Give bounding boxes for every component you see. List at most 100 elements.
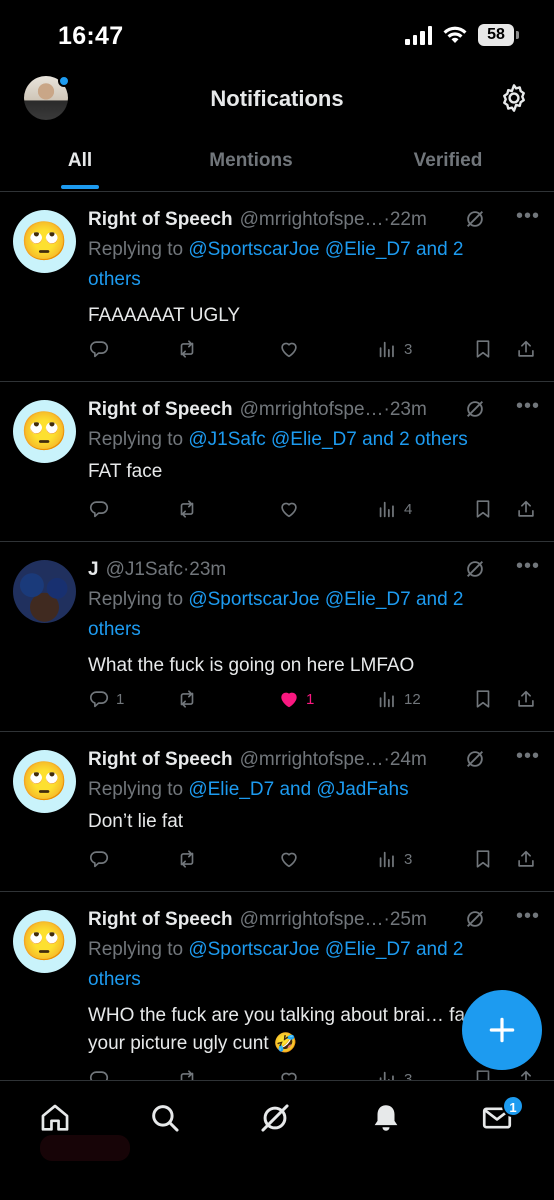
like-button[interactable] — [278, 498, 306, 520]
share-button[interactable] — [515, 688, 537, 710]
repost-button[interactable] — [176, 688, 198, 710]
notifications-feed: 🙄 Right of Speech @mrrightofspe… ·22m ••… — [0, 192, 554, 1080]
list-item[interactable]: 🙄 Right of Speech @mrrightofspe… ·23m ••… — [0, 382, 554, 542]
reply-icon — [89, 1071, 108, 1080]
repost-button[interactable] — [176, 1068, 198, 1080]
views-count: 3 — [404, 1070, 413, 1081]
views-button[interactable]: 3 — [376, 848, 412, 870]
reply-button[interactable] — [88, 848, 116, 870]
views-count: 4 — [404, 500, 413, 518]
author-name[interactable]: Right of Speech — [88, 749, 233, 771]
views-button[interactable]: 3 — [376, 338, 412, 360]
list-item[interactable]: 🙄 Right of Speech @mrrightofspe… ·24m ••… — [0, 732, 554, 892]
wifi-icon — [443, 26, 467, 43]
repost-button[interactable] — [176, 338, 198, 360]
avatar[interactable]: 🙄 — [13, 210, 76, 273]
bookmark-icon — [476, 690, 490, 708]
more-icon[interactable]: ••• — [512, 396, 540, 416]
share-button[interactable] — [515, 338, 537, 360]
tab-mentions[interactable]: Mentions — [160, 140, 342, 191]
bookmark-button[interactable] — [472, 688, 494, 710]
share-icon — [521, 1070, 531, 1080]
share-button[interactable] — [515, 498, 537, 520]
views-button[interactable]: 4 — [376, 498, 412, 520]
status-time: 16:47 — [58, 22, 124, 50]
views-count: 3 — [404, 850, 413, 868]
bookmark-button[interactable] — [472, 338, 494, 360]
grok-icon[interactable] — [464, 908, 486, 930]
bookmark-icon — [476, 850, 490, 868]
nav-notifications[interactable] — [369, 1101, 405, 1137]
grok-icon[interactable] — [464, 558, 486, 580]
messages-badge: 1 — [502, 1095, 524, 1117]
views-button[interactable]: 3 — [376, 1068, 412, 1080]
list-item[interactable]: 🙄 Right of Speech @mrrightofspe… ·22m ••… — [0, 192, 554, 382]
bookmark-button[interactable] — [472, 498, 494, 520]
nav-messages[interactable]: 1 — [480, 1095, 524, 1137]
post-time: ·24m — [383, 749, 427, 770]
repost-icon — [180, 1070, 194, 1080]
more-icon[interactable]: ••• — [512, 746, 540, 766]
views-icon — [379, 501, 394, 518]
reply-button[interactable]: 1 — [88, 688, 124, 710]
author-name[interactable]: Right of Speech — [88, 209, 233, 231]
author-name[interactable]: Right of Speech — [88, 909, 233, 931]
reply-button[interactable] — [88, 1068, 116, 1080]
more-icon[interactable]: ••• — [512, 556, 540, 576]
bookmark-button[interactable] — [472, 1068, 494, 1080]
reply-button[interactable] — [88, 338, 116, 360]
reply-button[interactable] — [88, 498, 116, 520]
like-button[interactable] — [278, 1068, 306, 1080]
tab-all[interactable]: All — [0, 140, 160, 191]
author-handle: @mrrightofspe… — [239, 399, 384, 420]
repost-button[interactable] — [176, 498, 198, 520]
more-icon[interactable]: ••• — [512, 206, 540, 226]
post-text: Don’t lie fat — [88, 811, 184, 832]
avatar[interactable]: 🙄 — [13, 750, 76, 813]
author-handle: @mrrightofspe… — [239, 749, 384, 770]
tab-verified[interactable]: Verified — [342, 140, 554, 191]
like-button[interactable] — [278, 338, 306, 360]
list-item[interactable]: J @J1Safc ·23m ••• Replying to @Sportsca… — [0, 542, 554, 732]
tab-bar: All Mentions Verified — [0, 140, 554, 192]
author-name[interactable]: J — [88, 559, 99, 581]
like-button[interactable]: 1 — [278, 688, 314, 710]
bottom-nav: 1 — [0, 1080, 554, 1200]
author-handle: @J1Safc — [105, 559, 183, 580]
reply-icon — [89, 851, 108, 868]
repost-icon — [180, 690, 194, 708]
post-text: FAT face — [88, 461, 163, 482]
views-button[interactable]: 12 — [376, 688, 421, 710]
battery-indicator: 58 — [478, 24, 519, 46]
grok-icon[interactable] — [464, 398, 486, 420]
gear-icon[interactable] — [498, 82, 530, 114]
more-icon[interactable]: ••• — [512, 906, 540, 926]
like-count: 1 — [306, 690, 315, 708]
background-blur — [40, 1135, 130, 1161]
avatar[interactable]: 🙄 — [13, 400, 76, 463]
bookmark-button[interactable] — [472, 848, 494, 870]
author-name[interactable]: Right of Speech — [88, 399, 233, 421]
nav-search[interactable] — [148, 1101, 184, 1137]
grok-icon[interactable] — [464, 748, 486, 770]
replying-to: Replying to @J1Safc @Elie_D7 and 2 other… — [88, 429, 468, 450]
like-button[interactable] — [278, 848, 306, 870]
avatar[interactable]: 🙄 — [13, 910, 76, 973]
compose-button[interactable] — [462, 990, 542, 1070]
search-icon — [152, 1105, 179, 1132]
share-button[interactable] — [515, 1068, 537, 1080]
share-button[interactable] — [515, 848, 537, 870]
nav-grok[interactable] — [258, 1101, 294, 1137]
bookmark-icon — [476, 500, 490, 518]
nav-home[interactable] — [38, 1101, 74, 1137]
avatar[interactable] — [13, 560, 76, 623]
views-icon — [379, 691, 394, 708]
repost-icon — [180, 340, 194, 358]
views-icon — [379, 1071, 394, 1080]
reply-count: 1 — [116, 690, 125, 708]
replying-to: Replying to @SportscarJoe @Elie_D7 and 2… — [88, 939, 464, 990]
repost-button[interactable] — [176, 848, 198, 870]
grok-icon[interactable] — [464, 208, 486, 230]
views-icon — [379, 851, 394, 868]
share-icon — [518, 690, 534, 707]
